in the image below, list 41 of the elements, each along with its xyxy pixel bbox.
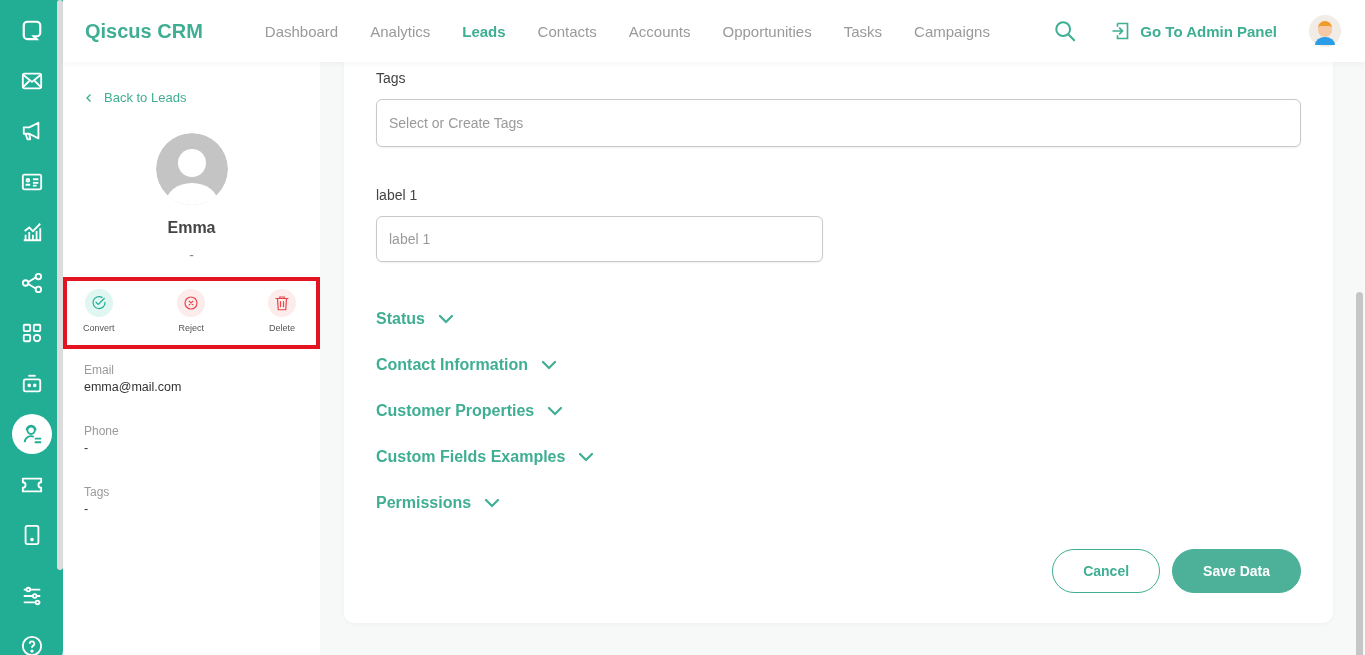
nav-link[interactable]: Dashboard xyxy=(264,22,339,40)
cancel-button[interactable]: Cancel xyxy=(1052,549,1161,593)
nav-link[interactable]: Opportunities xyxy=(722,22,812,40)
detail-label: Phone xyxy=(84,424,120,438)
nav-link[interactable]: Contacts xyxy=(537,22,597,40)
text-field[interactable]: label 1 xyxy=(376,216,823,262)
agent-nav-icon[interactable] xyxy=(11,414,52,454)
save-button[interactable]: Save Data xyxy=(1172,549,1301,593)
back-link[interactable]: Back to Leads xyxy=(84,90,320,105)
brand-logo[interactable]: Qiscus CRM xyxy=(85,19,203,43)
enter-icon xyxy=(1110,21,1131,41)
detail-label: Tags xyxy=(84,485,111,499)
detail-value: - xyxy=(84,502,90,516)
detail-value: emma@mail.com xyxy=(84,380,183,394)
nav-link[interactable]: Tasks xyxy=(843,22,883,40)
lead-name: Emma xyxy=(167,219,216,237)
nav-link[interactable]: Analytics xyxy=(370,22,431,40)
reject-button[interactable]: Reject xyxy=(177,289,206,345)
avatar-icon[interactable] xyxy=(1309,15,1341,47)
search-icon[interactable] xyxy=(1054,20,1077,42)
lead-subtitle: - xyxy=(189,247,194,263)
field-label: label 1 xyxy=(376,187,419,203)
admin-panel-link[interactable]: Go To Admin Panel xyxy=(1110,21,1277,41)
field-label: Tags xyxy=(376,70,407,86)
x-circle-icon xyxy=(177,289,206,317)
section-header[interactable]: Permissions xyxy=(376,480,1301,526)
trash-icon xyxy=(268,289,296,317)
nav-link[interactable]: Campaigns xyxy=(914,22,990,40)
section-header[interactable]: Custom Fields Examples xyxy=(376,434,1301,480)
delete-button[interactable]: Delete xyxy=(268,289,296,345)
section-header[interactable]: Contact Information xyxy=(376,342,1301,388)
nav-link[interactable]: Accounts xyxy=(628,22,691,40)
nav-link[interactable]: Leads xyxy=(462,22,506,40)
check-circle-icon xyxy=(84,289,113,317)
section-header[interactable]: Status xyxy=(376,296,1301,342)
chevron-left-icon xyxy=(84,92,94,103)
detail-value: - xyxy=(84,441,90,455)
convert-button[interactable]: Convert xyxy=(83,289,115,345)
section-header[interactable]: Customer Properties xyxy=(376,388,1301,434)
text-field[interactable]: Select or Create Tags xyxy=(376,99,1301,147)
detail-label: Email xyxy=(84,363,115,377)
